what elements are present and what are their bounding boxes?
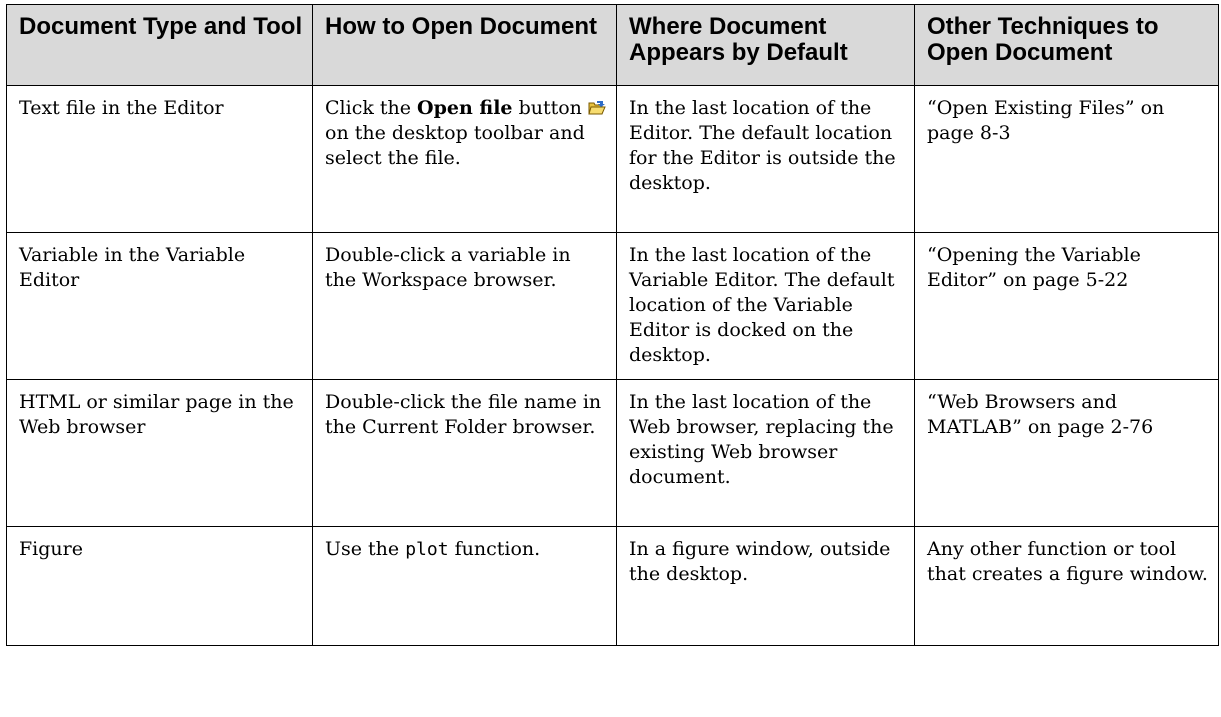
cell-where-appears: In a figure window, outside the desktop. xyxy=(616,526,915,646)
cell-where-appears: In the last location of the Editor. The … xyxy=(616,85,915,233)
cell-how-to-open: Double-click the file name in the Curren… xyxy=(312,379,617,527)
open-existing-files-link[interactable]: “Open Existing Files” on page 8-3 xyxy=(927,97,1164,144)
cell-document-type: HTML or similar page in the Web browser xyxy=(6,379,313,527)
open-file-label: Open file xyxy=(417,97,513,119)
document-tools-table: Document Type and Tool How to Open Docum… xyxy=(6,4,1219,646)
table-row: HTML or similar page in the Web browser … xyxy=(6,379,1219,527)
text: function. xyxy=(448,538,541,560)
opening-variable-editor-link[interactable]: “Opening the Variable Editor” on page 5-… xyxy=(927,244,1141,291)
cell-other-techniques: “Open Existing Files” on page 8-3 xyxy=(914,85,1219,233)
web-browsers-matlab-link[interactable]: “Web Browsers and MATLAB” on page 2-76 xyxy=(927,391,1153,438)
table-row: Text file in the Editor Click the Open f… xyxy=(6,85,1219,233)
text: on the desktop toolbar and select the fi… xyxy=(325,122,585,169)
text: Use the xyxy=(325,538,406,560)
text: Click the xyxy=(325,97,418,119)
cell-other-techniques: “Opening the Variable Editor” on page 5-… xyxy=(914,232,1219,380)
header-how-to-open: How to Open Document xyxy=(312,4,617,86)
plot-code: plot xyxy=(405,539,449,560)
cell-how-to-open: Click the Open file button on the deskto… xyxy=(312,85,617,233)
header-other-techniques: Other Techniques to Open Document xyxy=(914,4,1219,86)
open-folder-icon xyxy=(588,97,606,115)
header-document-type: Document Type and Tool xyxy=(6,4,313,86)
cell-document-type: Variable in the Variable Editor xyxy=(6,232,313,380)
table-row: Figure Use the plot function. In a figur… xyxy=(6,526,1219,646)
header-where-appears: Where Document Appears by Default xyxy=(616,4,915,86)
cell-how-to-open: Double-click a variable in the Workspace… xyxy=(312,232,617,380)
cell-other-techniques: “Web Browsers and MATLAB” on page 2-76 xyxy=(914,379,1219,527)
cell-how-to-open: Use the plot function. xyxy=(312,526,617,646)
cell-document-type: Figure xyxy=(6,526,313,646)
header-row: Document Type and Tool How to Open Docum… xyxy=(6,4,1219,86)
cell-where-appears: In the last location of the Web browser,… xyxy=(616,379,915,527)
table-row: Variable in the Variable Editor Double-c… xyxy=(6,232,1219,380)
text: button xyxy=(512,97,588,119)
cell-other-techniques: Any other function or tool that creates … xyxy=(914,526,1219,646)
cell-where-appears: In the last location of the Variable Edi… xyxy=(616,232,915,380)
cell-document-type: Text file in the Editor xyxy=(6,85,313,233)
